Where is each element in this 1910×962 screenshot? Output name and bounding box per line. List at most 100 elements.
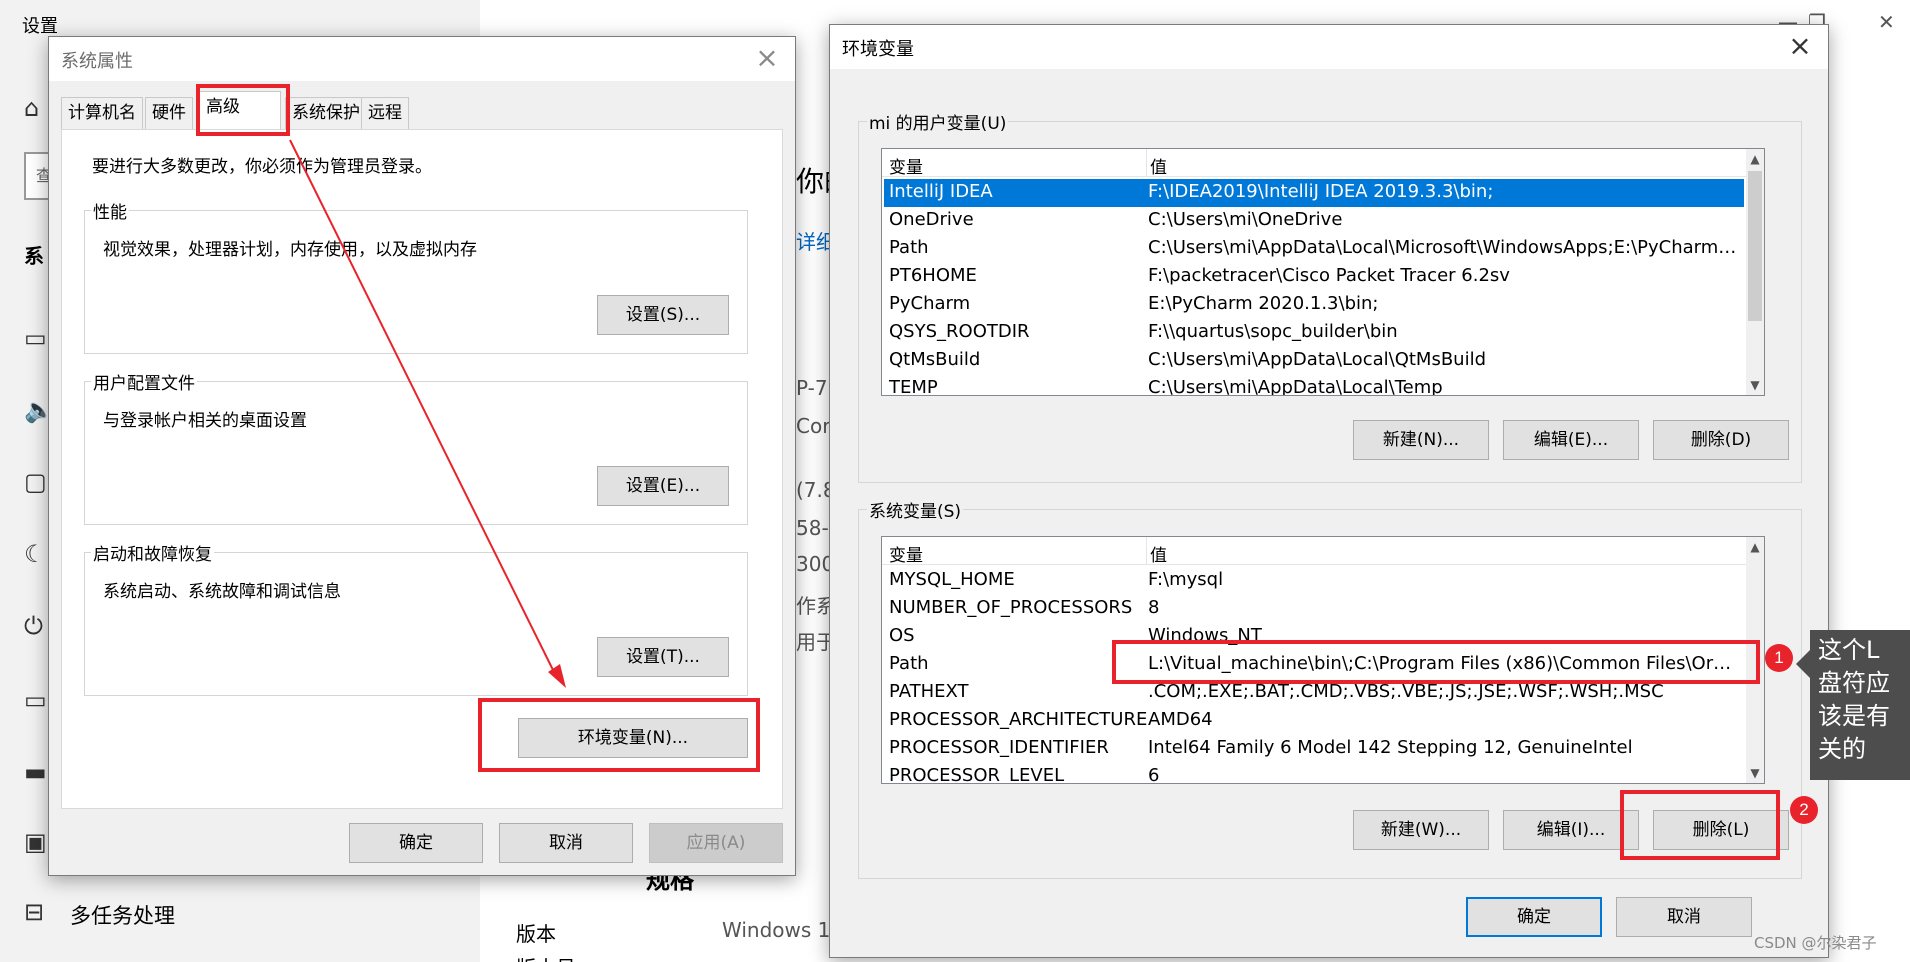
list-header: 变量 值: [882, 149, 1746, 178]
dialog-titlebar: 环境变量 ×: [830, 25, 1828, 69]
chevron-down-icon[interactable]: ▼: [1746, 763, 1764, 783]
sidebar-item-multitask[interactable]: 多任务处理: [70, 900, 175, 930]
tab-remote[interactable]: 远程: [361, 97, 409, 129]
list-item[interactable]: NUMBER_OF_PROCESSORS 8: [884, 595, 1744, 623]
tab-advanced[interactable]: 高级: [199, 91, 281, 131]
environment-variables-button[interactable]: 环境变量(N)...: [518, 718, 748, 758]
var-name: PyCharm: [889, 293, 971, 314]
chevron-up-icon[interactable]: ▲: [1746, 537, 1764, 557]
column-value[interactable]: 值: [1150, 153, 1167, 178]
system-variables-title: 系统变量(S): [867, 497, 964, 522]
list-item[interactable]: PATHEXT .COM;.EXE;.BAT;.CMD;.VBS;.VBE;.JS…: [884, 679, 1744, 707]
cancel-button[interactable]: 取消: [1616, 897, 1752, 937]
battery-icon[interactable]: ▭: [24, 688, 47, 712]
list-item[interactable]: PyCharm E:\PyCharm 2020.1.3\bin;: [884, 291, 1744, 319]
performance-settings-button[interactable]: 设置(S)...: [597, 295, 729, 335]
user-variables-list[interactable]: 变量 值 IntelliJ IDEA F:\IDEA2019\IntelliJ I…: [881, 148, 1765, 396]
cancel-button[interactable]: 取消: [499, 823, 633, 863]
list-item[interactable]: Path C:\Users\mi\AppData\Local\Microsoft\…: [884, 235, 1744, 263]
var-value: Intel64 Family 6 Model 142 Stepping 12, …: [1148, 737, 1633, 758]
user-new-button[interactable]: 新建(N)...: [1353, 420, 1489, 460]
list-item[interactable]: MYSQL_HOME F:\mysql: [884, 567, 1744, 595]
column-variable[interactable]: 变量: [889, 541, 923, 566]
user-delete-button[interactable]: 删除(D): [1653, 420, 1789, 460]
scrollbar-thumb[interactable]: [1748, 559, 1762, 679]
settings-text-fragment: P-7: [796, 376, 828, 400]
advanced-tab-page: 要进行大多数更改，你必须作为管理员登录。 性能 视觉效果，处理器计划，内存使用，…: [61, 129, 783, 809]
list-item[interactable]: OS Windows_NT: [884, 623, 1744, 651]
system-delete-button[interactable]: 删除(L): [1653, 810, 1789, 850]
startup-recovery-settings-button[interactable]: 设置(T)...: [597, 637, 729, 677]
var-name: TEMP: [889, 377, 938, 396]
var-name: PROCESSOR_LEVEL: [889, 765, 1065, 784]
close-icon[interactable]: ×: [749, 41, 785, 77]
vertical-scrollbar[interactable]: ▲ ▼: [1746, 537, 1764, 783]
ok-button[interactable]: 确定: [1466, 897, 1602, 937]
version-label: 版本: [516, 922, 556, 946]
apply-button[interactable]: 应用(A): [649, 823, 783, 863]
list-header: 变量 值: [882, 537, 1746, 566]
var-name: PATHEXT: [889, 681, 969, 702]
list-item[interactable]: PT6HOME F:\packetracer\Cisco Packet Trace…: [884, 263, 1744, 291]
user-edit-button[interactable]: 编辑(E)...: [1503, 420, 1639, 460]
list-item[interactable]: PROCESSOR_IDENTIFIER Intel64 Family 6 Mod…: [884, 735, 1744, 763]
annotation-callout: 这个L 盘符应 该是有 关的: [1810, 630, 1910, 780]
system-edit-button[interactable]: 编辑(I)...: [1503, 810, 1639, 850]
var-name: Path: [889, 653, 929, 674]
performance-desc: 视觉效果，处理器计划，内存使用，以及虚拟内存: [103, 240, 477, 260]
var-value: C:\Users\mi\AppData\Local\QtMsBuild: [1148, 349, 1487, 370]
var-value: L:\Vitual_machine\bin\;C:\Program Files …: [1148, 653, 1738, 674]
user-profiles-settings-button[interactable]: 设置(E)...: [597, 466, 729, 506]
multitask-icon[interactable]: ⊟: [24, 900, 44, 924]
column-value[interactable]: 值: [1150, 541, 1167, 566]
dialog-title: 环境变量: [842, 39, 914, 60]
user-profiles-desc: 与登录帐户相关的桌面设置: [103, 411, 307, 431]
var-name: QSYS_ROOTDIR: [889, 321, 1030, 342]
tab-computer-name[interactable]: 计算机名: [61, 97, 143, 129]
var-name: PROCESSOR_IDENTIFIER: [889, 737, 1109, 758]
close-icon[interactable]: ×: [1782, 29, 1818, 65]
focus-moon-icon[interactable]: ☾: [24, 542, 46, 566]
tab-system-protection[interactable]: 系统保护: [285, 97, 367, 129]
dialog-titlebar: 系统属性 ×: [49, 37, 795, 81]
system-new-button[interactable]: 新建(W)...: [1353, 810, 1489, 850]
system-variables-group: 系统变量(S) 变量 值 MYSQL_HOME F:\mysql NUMBER_O…: [858, 497, 1802, 879]
list-item[interactable]: QSYS_ROOTDIR F:\\quartus\sopc_builder\bin: [884, 319, 1744, 347]
scrollbar-thumb[interactable]: [1748, 171, 1762, 321]
tablet-icon[interactable]: ▣: [24, 830, 47, 854]
list-item[interactable]: QtMsBuild C:\Users\mi\AppData\Local\QtMsB…: [884, 347, 1744, 375]
performance-title: 性能: [91, 198, 129, 223]
version-value: Windows 10: [722, 918, 844, 942]
startup-recovery-desc: 系统启动、系统故障和调试信息: [103, 582, 341, 602]
tab-hardware[interactable]: 硬件: [145, 97, 193, 129]
list-item[interactable]: OneDrive C:\Users\mi\OneDrive: [884, 207, 1744, 235]
list-item[interactable]: PROCESSOR_LEVEL 6: [884, 763, 1744, 784]
sidebar-section-label: 系: [24, 244, 44, 268]
list-item[interactable]: IntelliJ IDEA F:\IDEA2019\IntelliJ IDEA 2…: [884, 179, 1744, 207]
settings-title: 设置: [22, 16, 58, 37]
dialog-title: 系统属性: [61, 51, 133, 72]
chevron-up-icon[interactable]: ▲: [1746, 149, 1764, 169]
power-icon[interactable]: ⏻: [24, 614, 43, 638]
close-window-icon[interactable]: ✕: [1878, 10, 1895, 34]
home-icon[interactable]: ⌂: [24, 96, 39, 120]
ok-button[interactable]: 确定: [349, 823, 483, 863]
system-variables-list[interactable]: 变量 值 MYSQL_HOME F:\mysql NUMBER_OF_PROCES…: [881, 536, 1765, 784]
callout-pointer: [1796, 650, 1810, 678]
display-icon[interactable]: ▭: [24, 326, 47, 350]
var-name: Path: [889, 237, 929, 258]
column-variable[interactable]: 变量: [889, 153, 923, 178]
list-item[interactable]: TEMP C:\Users\mi\AppData\Local\Temp: [884, 375, 1744, 396]
callout-line: 该是有: [1818, 702, 1890, 730]
performance-group: 性能 视觉效果，处理器计划，内存使用，以及虚拟内存 设置(S)...: [84, 198, 748, 354]
callout-line: 关的: [1818, 735, 1866, 763]
chevron-down-icon[interactable]: ▼: [1746, 375, 1764, 395]
list-item[interactable]: Path L:\Vitual_machine\bin\;C:\Program Fi…: [884, 651, 1744, 679]
notifications-icon[interactable]: ▢: [24, 470, 47, 494]
storage-icon[interactable]: ▬: [24, 760, 47, 784]
list-item[interactable]: PROCESSOR_ARCHITECTURE AMD64: [884, 707, 1744, 735]
var-name: IntelliJ IDEA: [889, 181, 993, 202]
var-value: E:\PyCharm 2020.1.3\bin;: [1148, 293, 1379, 314]
admin-note: 要进行大多数更改，你必须作为管理员登录。: [92, 157, 432, 177]
vertical-scrollbar[interactable]: ▲ ▼: [1746, 149, 1764, 395]
